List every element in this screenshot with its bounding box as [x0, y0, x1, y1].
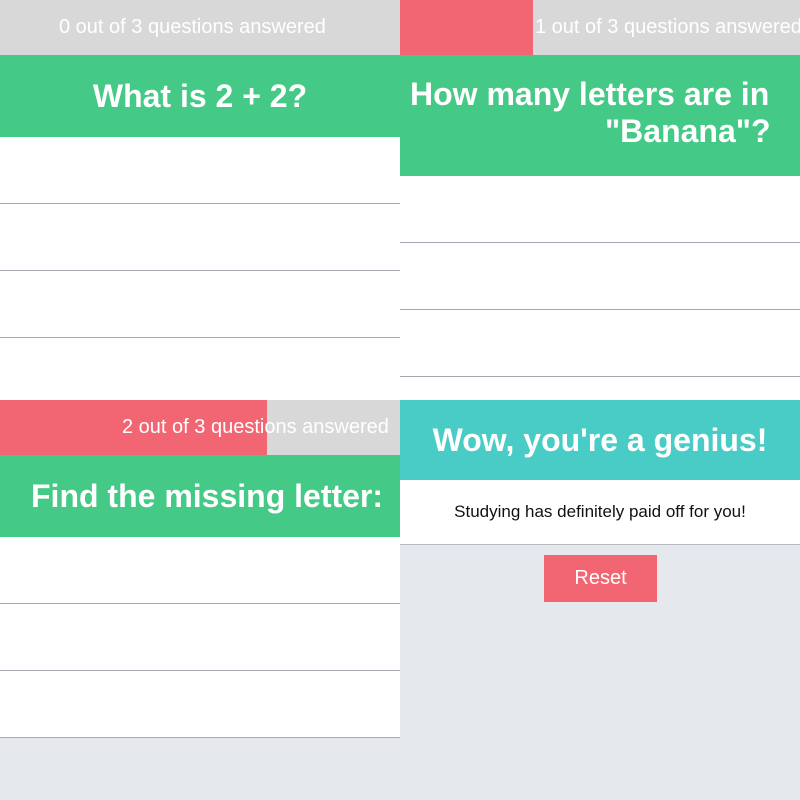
- result-heading: Wow, you're a genius!: [400, 400, 800, 480]
- answer-list: [400, 176, 800, 400]
- question-title-line: "Banana"?: [605, 113, 771, 149]
- answer-list: [0, 137, 400, 400]
- quiz-panel-question-2: 1 out of 3 questions answered How many l…: [400, 0, 800, 400]
- answer-option[interactable]: [0, 671, 400, 738]
- answer-option[interactable]: [400, 176, 800, 243]
- progress-bar-fill: [400, 0, 534, 55]
- answer-option[interactable]: [0, 204, 400, 271]
- answer-option[interactable]: [400, 377, 800, 400]
- answer-option[interactable]: [0, 338, 400, 400]
- question-title: How many letters are in "Banana"?: [400, 55, 800, 176]
- answer-option[interactable]: [0, 271, 400, 338]
- answer-option[interactable]: [400, 310, 800, 377]
- quiz-panel-question-1: 0 out of 3 questions answered What is 2 …: [0, 0, 400, 400]
- quiz-panel-question-3: 2 out of 3 questions answered Find the m…: [0, 400, 400, 800]
- progress-text: 0 out of 3 questions answered: [59, 16, 326, 38]
- progress-bar: 1 out of 3 questions answered: [400, 0, 800, 55]
- answer-option[interactable]: [0, 537, 400, 604]
- reset-button[interactable]: Reset: [544, 555, 657, 602]
- question-title-line: How many letters are in: [410, 76, 770, 112]
- result-message: Studying has definitely paid off for you…: [400, 480, 800, 545]
- question-title: Find the missing letter:: [0, 455, 400, 537]
- answer-option[interactable]: [400, 243, 800, 310]
- quiz-result-panel: Wow, you're a genius! Studying has defin…: [400, 400, 800, 800]
- progress-text: 2 out of 3 questions answered: [122, 416, 389, 438]
- progress-bar: 0 out of 3 questions answered: [0, 0, 400, 55]
- answer-list: [0, 537, 400, 738]
- progress-bar: 2 out of 3 questions answered: [0, 400, 400, 455]
- question-title: What is 2 + 2?: [0, 55, 400, 137]
- answer-option[interactable]: [0, 604, 400, 671]
- answer-option[interactable]: [0, 137, 400, 204]
- progress-text: 1 out of 3 questions answered: [535, 16, 800, 38]
